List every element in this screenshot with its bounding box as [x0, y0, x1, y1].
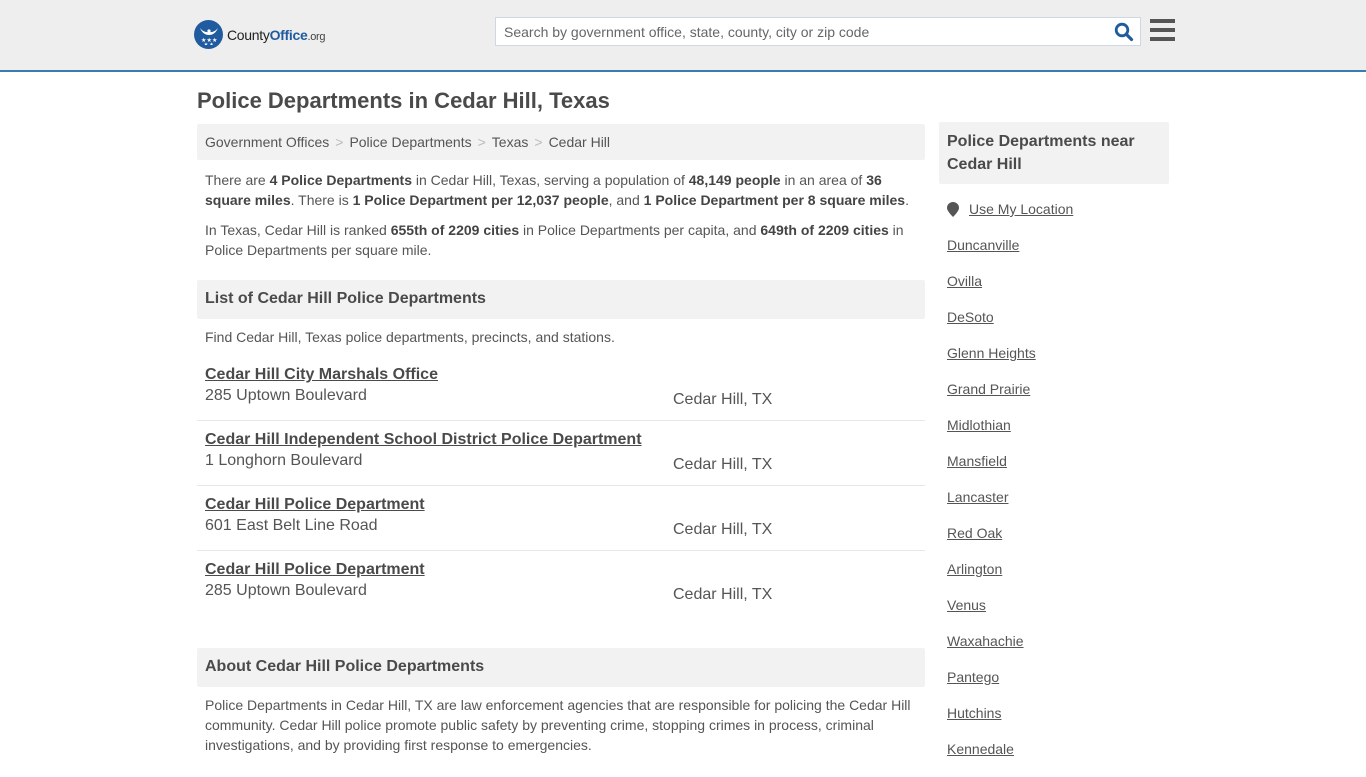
- sidebar-item-grand-prairie[interactable]: Grand Prairie: [947, 381, 1030, 397]
- breadcrumb-cedar-hill[interactable]: Cedar Hill: [549, 134, 610, 150]
- site-header: ★ ★ ★ ★ ★ CountyOffice.org: [0, 0, 1366, 72]
- department-link[interactable]: Cedar Hill Police Department: [205, 496, 425, 514]
- sidebar-item-duncanville[interactable]: Duncanville: [947, 237, 1019, 253]
- map-pin-icon: [947, 201, 959, 217]
- breadcrumb-separator: >: [534, 134, 543, 150]
- sidebar-item-kennedale[interactable]: Kennedale: [947, 741, 1014, 757]
- sidebar-item-glenn-heights[interactable]: Glenn Heights: [947, 345, 1036, 361]
- sidebar-item-red-oak[interactable]: Red Oak: [947, 525, 1002, 541]
- sidebar-item-mansfield[interactable]: Mansfield: [947, 453, 1007, 469]
- intro-stats-paragraph: There are 4 Police Departments in Cedar …: [205, 172, 909, 208]
- department-city: Cedar Hill, TX: [673, 586, 773, 603]
- search-box: [495, 17, 1141, 46]
- breadcrumb-texas[interactable]: Texas: [492, 134, 529, 150]
- department-address: 601 East Belt Line Road: [205, 517, 378, 534]
- breadcrumb-separator: >: [477, 134, 486, 150]
- svg-text:★: ★: [209, 42, 214, 45]
- use-my-location: Use My Location: [947, 201, 1073, 217]
- list-section-description: Find Cedar Hill, Texas police department…: [205, 329, 615, 345]
- breadcrumb-separator: >: [335, 134, 344, 150]
- sidebar-item-venus[interactable]: Venus: [947, 597, 986, 613]
- department-address: 285 Uptown Boulevard: [205, 387, 367, 404]
- about-section-text: Police Departments in Cedar Hill, TX are…: [205, 697, 911, 753]
- sidebar-item-desoto[interactable]: DeSoto: [947, 309, 994, 325]
- department-address: 285 Uptown Boulevard: [205, 582, 367, 599]
- department-link[interactable]: Cedar Hill Police Department: [205, 561, 425, 579]
- department-item: Cedar Hill Police Department 601 East Be…: [197, 486, 925, 551]
- sidebar-item-ovilla[interactable]: Ovilla: [947, 273, 982, 289]
- intro-text: There are 4 Police Departments in Cedar …: [205, 170, 920, 270]
- sidebar-heading: Police Departments near Cedar Hill: [939, 122, 1169, 184]
- search-icon: [1114, 22, 1134, 42]
- use-my-location-link[interactable]: Use My Location: [969, 201, 1073, 217]
- intro-ranking-paragraph: In Texas, Cedar Hill is ranked 655th of …: [205, 222, 904, 258]
- list-section-heading: List of Cedar Hill Police Departments: [197, 280, 925, 319]
- search-input[interactable]: [496, 18, 1106, 45]
- about-section-heading: About Cedar Hill Police Departments: [197, 648, 925, 687]
- department-city: Cedar Hill, TX: [673, 391, 773, 408]
- department-city: Cedar Hill, TX: [673, 456, 773, 473]
- nearby-cities-list: Duncanville Ovilla DeSoto Glenn Heights …: [947, 237, 1036, 777]
- eagle-stars-logo-icon: ★ ★ ★ ★ ★: [194, 20, 223, 49]
- svg-text:★: ★: [203, 42, 208, 45]
- sidebar-item-arlington[interactable]: Arlington: [947, 561, 1002, 577]
- sidebar-item-lancaster[interactable]: Lancaster: [947, 489, 1008, 505]
- sidebar-item-hutchins[interactable]: Hutchins: [947, 705, 1001, 721]
- department-item: Cedar Hill Police Department 285 Uptown …: [197, 551, 925, 616]
- logo-wordmark: CountyOffice.org: [227, 26, 326, 43]
- department-city: Cedar Hill, TX: [673, 521, 773, 538]
- sidebar-item-pantego[interactable]: Pantego: [947, 669, 999, 685]
- department-item: Cedar Hill Independent School District P…: [197, 421, 925, 486]
- breadcrumb-government-offices[interactable]: Government Offices: [205, 134, 329, 150]
- department-address: 1 Longhorn Boulevard: [205, 452, 363, 469]
- breadcrumb-police-departments[interactable]: Police Departments: [349, 134, 471, 150]
- breadcrumb: Government Offices > Police Departments > Te…: [197, 124, 925, 160]
- sidebar-item-midlothian[interactable]: Midlothian: [947, 417, 1011, 433]
- page-title: Police Departments in Cedar Hill, Texas: [197, 88, 610, 113]
- department-list: Cedar Hill City Marshals Office 285 Upto…: [197, 356, 925, 616]
- site-logo[interactable]: ★ ★ ★ ★ ★ CountyOffice.org: [194, 20, 326, 49]
- hamburger-menu-icon[interactable]: [1150, 19, 1175, 41]
- search-button[interactable]: [1114, 22, 1134, 42]
- sidebar-item-waxahachie[interactable]: Waxahachie: [947, 633, 1024, 649]
- department-link[interactable]: Cedar Hill Independent School District P…: [205, 431, 642, 449]
- department-link[interactable]: Cedar Hill City Marshals Office: [205, 366, 438, 384]
- department-item: Cedar Hill City Marshals Office 285 Upto…: [197, 356, 925, 421]
